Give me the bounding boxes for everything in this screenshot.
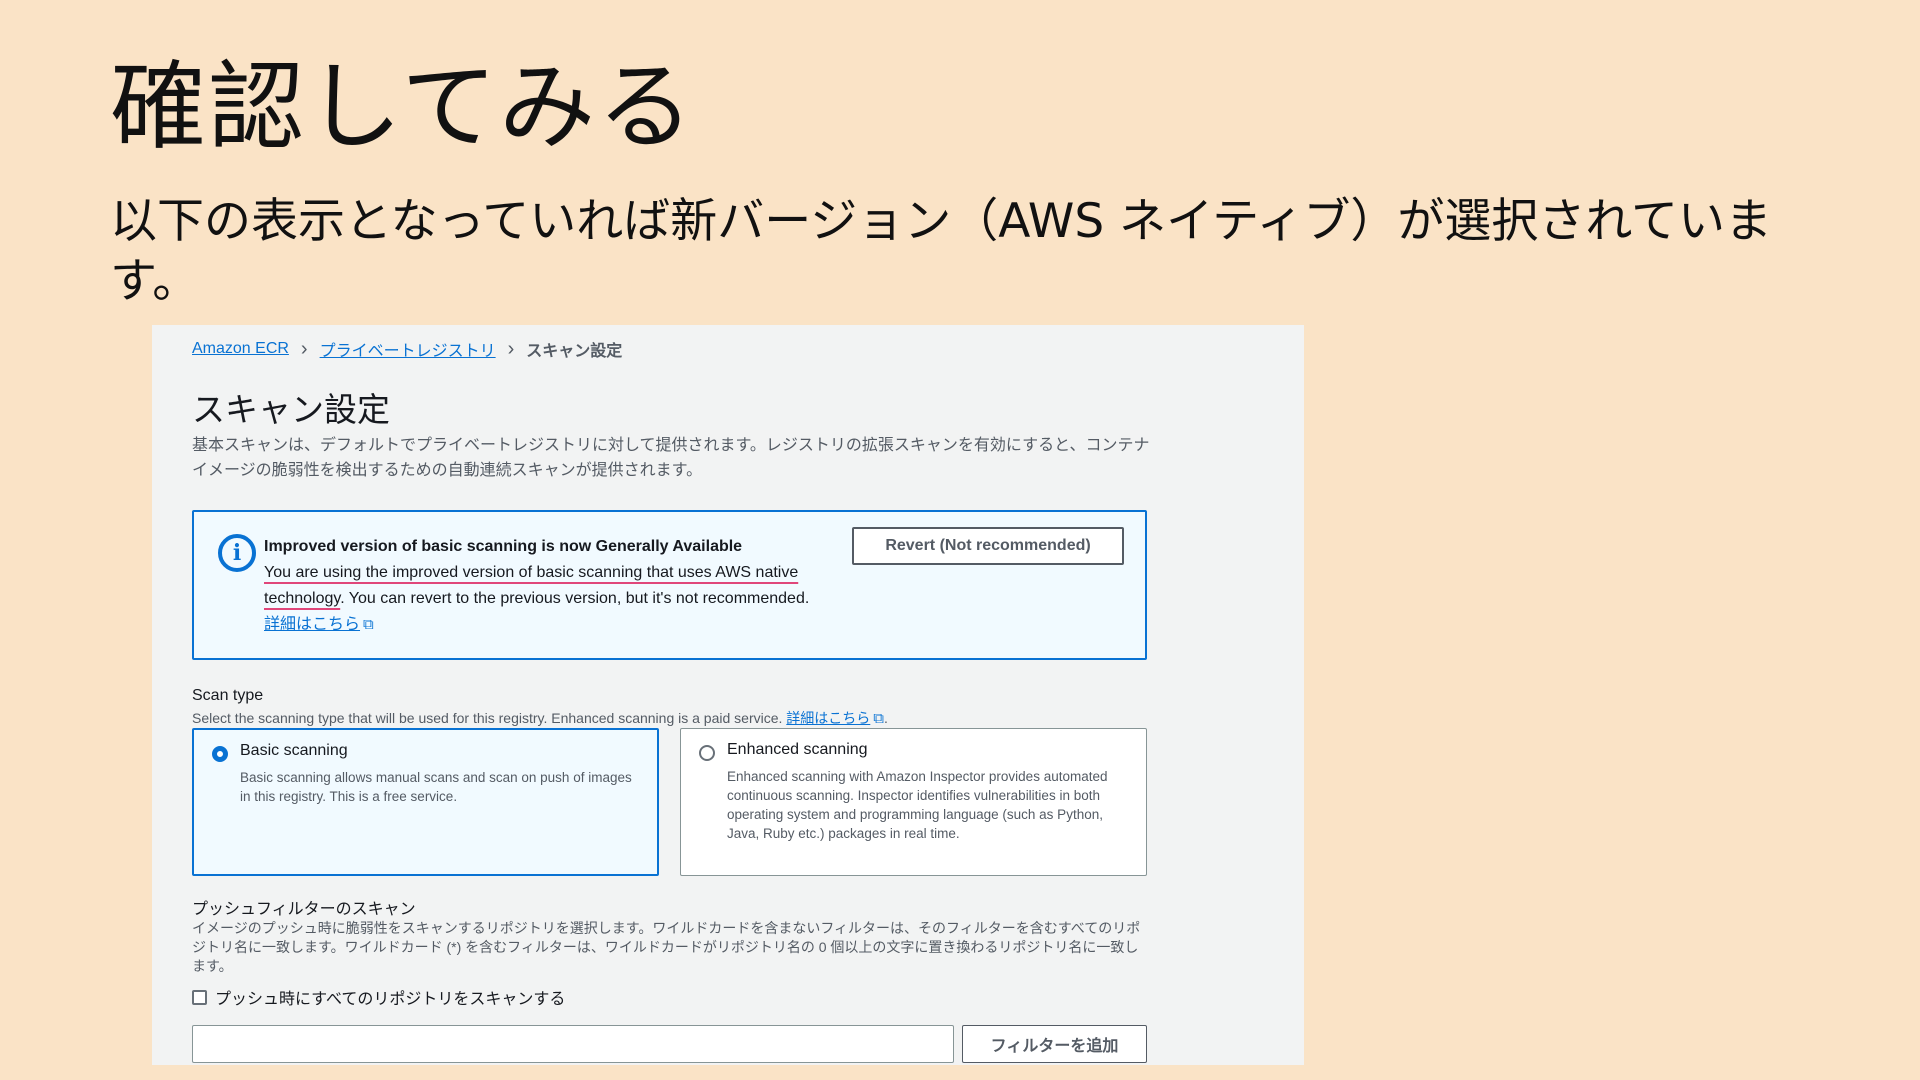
chevron-right-icon: ›	[507, 338, 515, 360]
enhanced-scanning-radio[interactable]	[699, 745, 715, 761]
page-description: 基本スキャンは、デフォルトでプライベートレジストリに対して提供されます。レジスト…	[192, 437, 1150, 479]
push-filter-label: プッシュフィルターのスキャン	[192, 901, 416, 918]
ecr-screenshot: Amazon ECR › プライベートレジストリ › スキャン設定 スキャン設定…	[152, 325, 1304, 1065]
chevron-right-icon: ›	[300, 338, 308, 360]
breadcrumb: Amazon ECR › プライベートレジストリ › スキャン設定	[192, 337, 622, 361]
breadcrumb-current: スキャン設定	[526, 343, 623, 360]
external-link-icon: ⧉	[363, 616, 374, 633]
scan-type-description: Select the scanning type that will be us…	[192, 710, 888, 727]
basic-scanning-radio[interactable]	[212, 746, 228, 762]
filter-input[interactable]	[192, 1025, 954, 1063]
revert-button[interactable]: Revert (Not recommended)	[852, 527, 1124, 565]
basic-scanning-option[interactable]: Basic scanning Basic scanning allows man…	[192, 728, 659, 876]
info-circle-icon: i	[218, 534, 256, 572]
scan-all-on-push-row[interactable]: プッシュ時にすべてのリポジトリをスキャンする	[192, 985, 565, 1009]
external-link-icon: ⧉	[873, 710, 885, 727]
scan-type-learn-more-link[interactable]: 詳細はこちら	[786, 710, 870, 726]
page-title: スキャン設定	[192, 391, 390, 428]
breadcrumb-amazon-ecr[interactable]: Amazon ECR	[192, 340, 289, 358]
info-alert: i Improved version of basic scanning is …	[192, 510, 1147, 660]
info-alert-text: Improved version of basic scanning is no…	[264, 534, 824, 638]
push-filter-description: イメージのプッシュ時に脆弱性をスキャンするリポジトリを選択します。ワイルドカード…	[192, 920, 1141, 974]
scan-all-on-push-label: プッシュ時にすべてのリポジトリをスキャンする	[215, 991, 566, 1008]
info-alert-heading: Improved version of basic scanning is no…	[264, 538, 743, 555]
enhanced-scanning-description: Enhanced scanning with Amazon Inspector …	[727, 769, 1108, 841]
add-filter-button[interactable]: フィルターを追加	[962, 1025, 1147, 1063]
info-learn-more-link[interactable]: 詳細はこちら	[264, 616, 360, 633]
basic-scanning-title: Basic scanning	[240, 742, 348, 759]
scan-all-on-push-checkbox[interactable]	[192, 989, 207, 1005]
scan-type-label: Scan type	[192, 687, 264, 704]
enhanced-scanning-title: Enhanced scanning	[727, 741, 868, 758]
slide-title: 確認してみる	[110, 51, 696, 163]
basic-scanning-description: Basic scanning allows manual scans and s…	[240, 770, 632, 804]
breadcrumb-private-registry[interactable]: プライベートレジストリ	[320, 337, 496, 361]
slide-subtitle: 以下の表示となっていれば新バージョン（AWS ネイティブ）が選択されています。	[110, 194, 1772, 309]
info-alert-body: . You can revert to the previous version…	[340, 590, 810, 607]
enhanced-scanning-option[interactable]: Enhanced scanning Enhanced scanning with…	[680, 728, 1147, 876]
